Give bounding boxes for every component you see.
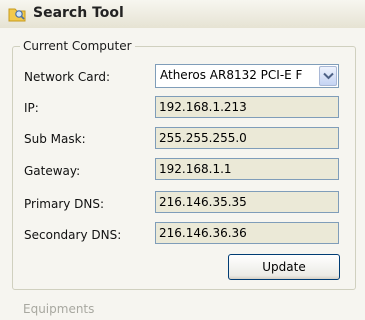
chevron-down-icon bbox=[323, 72, 334, 80]
sub-mask-field[interactable]: 255.255.255.0 bbox=[155, 127, 339, 149]
gateway-field[interactable]: 192.168.1.1 bbox=[155, 158, 339, 180]
secondary-dns-field[interactable]: 216.146.36.36 bbox=[155, 222, 339, 244]
network-card-select[interactable]: Atheros AR8132 PCI-E F bbox=[155, 64, 339, 88]
dropdown-button[interactable] bbox=[319, 66, 337, 86]
current-computer-group-label: Current Computer bbox=[20, 39, 135, 53]
ip-label: IP: bbox=[24, 101, 39, 115]
equipments-group-label: Equipments bbox=[20, 302, 98, 316]
network-card-value: Atheros AR8132 PCI-E F bbox=[160, 68, 303, 82]
title-bar: Search Tool bbox=[0, 0, 365, 29]
ip-field[interactable]: 192.168.1.213 bbox=[155, 96, 339, 118]
gateway-label: Gateway: bbox=[24, 164, 81, 178]
folder-search-icon bbox=[8, 5, 26, 23]
primary-dns-label: Primary DNS: bbox=[24, 197, 105, 211]
secondary-dns-label: Secondary DNS: bbox=[24, 228, 122, 242]
network-card-label: Network Card: bbox=[24, 70, 111, 84]
update-button[interactable]: Update bbox=[228, 254, 340, 280]
window-title: Search Tool bbox=[33, 5, 124, 21]
primary-dns-field[interactable]: 216.146.35.35 bbox=[155, 191, 339, 213]
sub-mask-label: Sub Mask: bbox=[24, 132, 86, 146]
